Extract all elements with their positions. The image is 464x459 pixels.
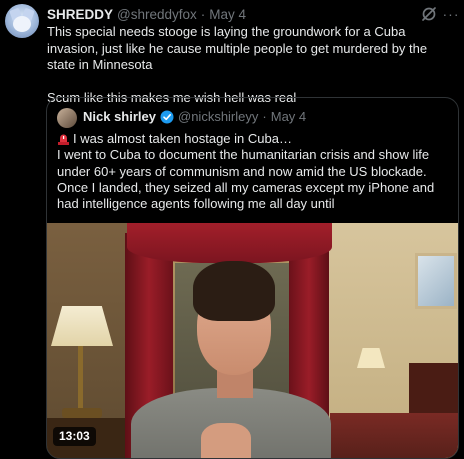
quoted-text-line: I went to Cuba to document the humanitar… bbox=[57, 147, 435, 212]
post-header: SHREDDY @shreddyfox · May 4 bbox=[47, 6, 246, 22]
post-text-line: This special needs stooge is laying the … bbox=[47, 24, 428, 72]
video-timestamp: 13:03 bbox=[53, 427, 96, 446]
author-name[interactable]: SHREDDY bbox=[47, 7, 113, 22]
post-date[interactable]: May 4 bbox=[209, 7, 246, 22]
video-scene-lamp-base bbox=[62, 408, 102, 418]
fox-face bbox=[13, 16, 31, 32]
author-handle[interactable]: @shreddyfox bbox=[117, 7, 197, 22]
video-scene-person bbox=[131, 253, 331, 458]
header-separator: · bbox=[200, 6, 206, 22]
person-hands bbox=[201, 423, 251, 458]
quoted-header-separator: · bbox=[262, 109, 267, 124]
video-scene-bed bbox=[330, 413, 458, 458]
post[interactable]: SHREDDY @shreddyfox · May 4 ··· This spe… bbox=[0, 0, 464, 459]
more-icon[interactable]: ··· bbox=[442, 5, 460, 23]
quoted-post[interactable]: Nick shirley @nickshirleyy · May 4 I was… bbox=[46, 97, 459, 459]
post-text: This special needs stooge is laying the … bbox=[47, 24, 457, 106]
quoted-post-date[interactable]: May 4 bbox=[271, 109, 306, 124]
video-scene-lamp-pole bbox=[78, 346, 83, 411]
video-scene-picture bbox=[415, 253, 457, 309]
quoted-author-handle[interactable]: @nickshirleyy bbox=[178, 109, 258, 124]
quoted-header: Nick shirley @nickshirleyy · May 4 bbox=[83, 109, 306, 124]
quoted-avatar[interactable] bbox=[57, 108, 77, 128]
verified-badge-icon bbox=[160, 110, 174, 123]
quoted-author-name[interactable]: Nick shirley bbox=[83, 109, 156, 124]
video-player[interactable]: 13:03 bbox=[47, 223, 458, 458]
avatar[interactable] bbox=[5, 4, 39, 38]
quoted-text-line: I was almost taken hostage in Cuba… bbox=[73, 131, 292, 146]
grok-icon[interactable] bbox=[420, 5, 438, 23]
person-hair bbox=[193, 261, 275, 321]
quoted-text: I was almost taken hostage in Cuba… I we… bbox=[57, 131, 455, 212]
siren-icon bbox=[58, 134, 69, 145]
